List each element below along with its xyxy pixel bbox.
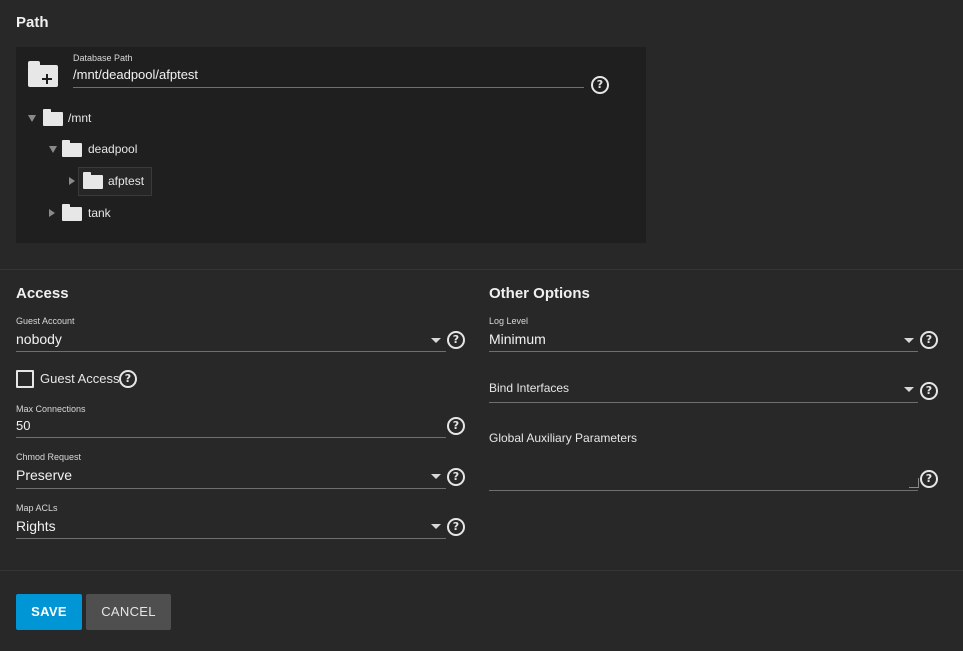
folder-icon: [43, 109, 63, 126]
tree-node-afptest[interactable]: afptest: [108, 174, 144, 188]
folder-icon: [83, 172, 103, 189]
tree-node-deadpool[interactable]: deadpool: [88, 142, 137, 156]
max-connections-underline: [16, 437, 446, 438]
aux-params-label: Global Auxiliary Parameters: [489, 431, 638, 445]
guest-account-help-icon[interactable]: ?: [447, 331, 465, 349]
database-path-help-icon[interactable]: ?: [591, 76, 609, 94]
guest-account-underline: [16, 351, 446, 352]
resize-handle-icon[interactable]: [909, 478, 919, 488]
aux-params-underline: [489, 490, 918, 491]
chmod-request-label: Chmod Request: [16, 452, 82, 462]
guest-access-checkbox[interactable]: [16, 370, 34, 388]
guest-access-label[interactable]: Guest Access: [40, 371, 119, 386]
map-acls-label: Map ACLs: [16, 503, 58, 513]
chmod-request-underline: [16, 488, 446, 489]
bind-interfaces-label[interactable]: Bind Interfaces: [489, 381, 569, 395]
folder-icon: [62, 140, 82, 157]
aux-params-textarea[interactable]: [489, 452, 918, 489]
database-path-label: Database Path: [73, 53, 133, 63]
path-explorer-panel: Database Path /mnt/deadpool/afptest ? /m…: [16, 47, 646, 243]
guest-account-dropdown-icon[interactable]: [431, 338, 441, 343]
log-level-select[interactable]: Minimum: [489, 331, 546, 347]
guest-account-label: Guest Account: [16, 316, 75, 326]
database-path-input[interactable]: /mnt/deadpool/afptest: [73, 67, 198, 82]
guest-account-select[interactable]: nobody: [16, 331, 62, 347]
cancel-button[interactable]: CANCEL: [86, 594, 171, 630]
aux-params-help-icon[interactable]: ?: [920, 470, 938, 488]
chmod-request-help-icon[interactable]: ?: [447, 468, 465, 486]
map-acls-dropdown-icon[interactable]: [431, 524, 441, 529]
folder-icon: [62, 204, 82, 221]
max-connections-help-icon[interactable]: ?: [447, 417, 465, 435]
bind-interfaces-dropdown-icon[interactable]: [904, 387, 914, 392]
actions-divider: [0, 570, 963, 571]
map-acls-select[interactable]: Rights: [16, 518, 56, 534]
section-divider: [0, 269, 963, 270]
guest-access-help-icon[interactable]: ?: [119, 370, 137, 388]
chmod-request-dropdown-icon[interactable]: [431, 474, 441, 479]
tree-node-tank[interactable]: tank: [88, 206, 111, 220]
tree-toggle-deadpool-icon[interactable]: [49, 146, 57, 153]
tree-toggle-mnt-icon[interactable]: [28, 115, 36, 122]
map-acls-underline: [16, 538, 446, 539]
log-level-help-icon[interactable]: ?: [920, 331, 938, 349]
other-options-section-title: Other Options: [489, 285, 590, 302]
max-connections-input[interactable]: 50: [16, 418, 30, 433]
tree-toggle-afptest-icon[interactable]: [69, 177, 75, 185]
log-level-underline: [489, 351, 918, 352]
bind-interfaces-help-icon[interactable]: ?: [920, 382, 938, 400]
map-acls-help-icon[interactable]: ?: [447, 518, 465, 536]
log-level-dropdown-icon[interactable]: [904, 338, 914, 343]
chmod-request-select[interactable]: Preserve: [16, 467, 72, 483]
add-folder-icon[interactable]: [28, 61, 58, 87]
tree-toggle-tank-icon[interactable]: [49, 209, 55, 217]
save-button[interactable]: SAVE: [16, 594, 82, 630]
database-path-underline: [73, 87, 584, 88]
tree-node-mnt[interactable]: /mnt: [68, 111, 91, 125]
tree-node-afptest-selected[interactable]: afptest: [78, 167, 152, 196]
path-section-title: Path: [16, 14, 49, 31]
log-level-label: Log Level: [489, 316, 529, 326]
access-section-title: Access: [16, 285, 69, 302]
bind-interfaces-underline: [489, 402, 918, 403]
max-connections-label: Max Connections: [16, 404, 86, 414]
